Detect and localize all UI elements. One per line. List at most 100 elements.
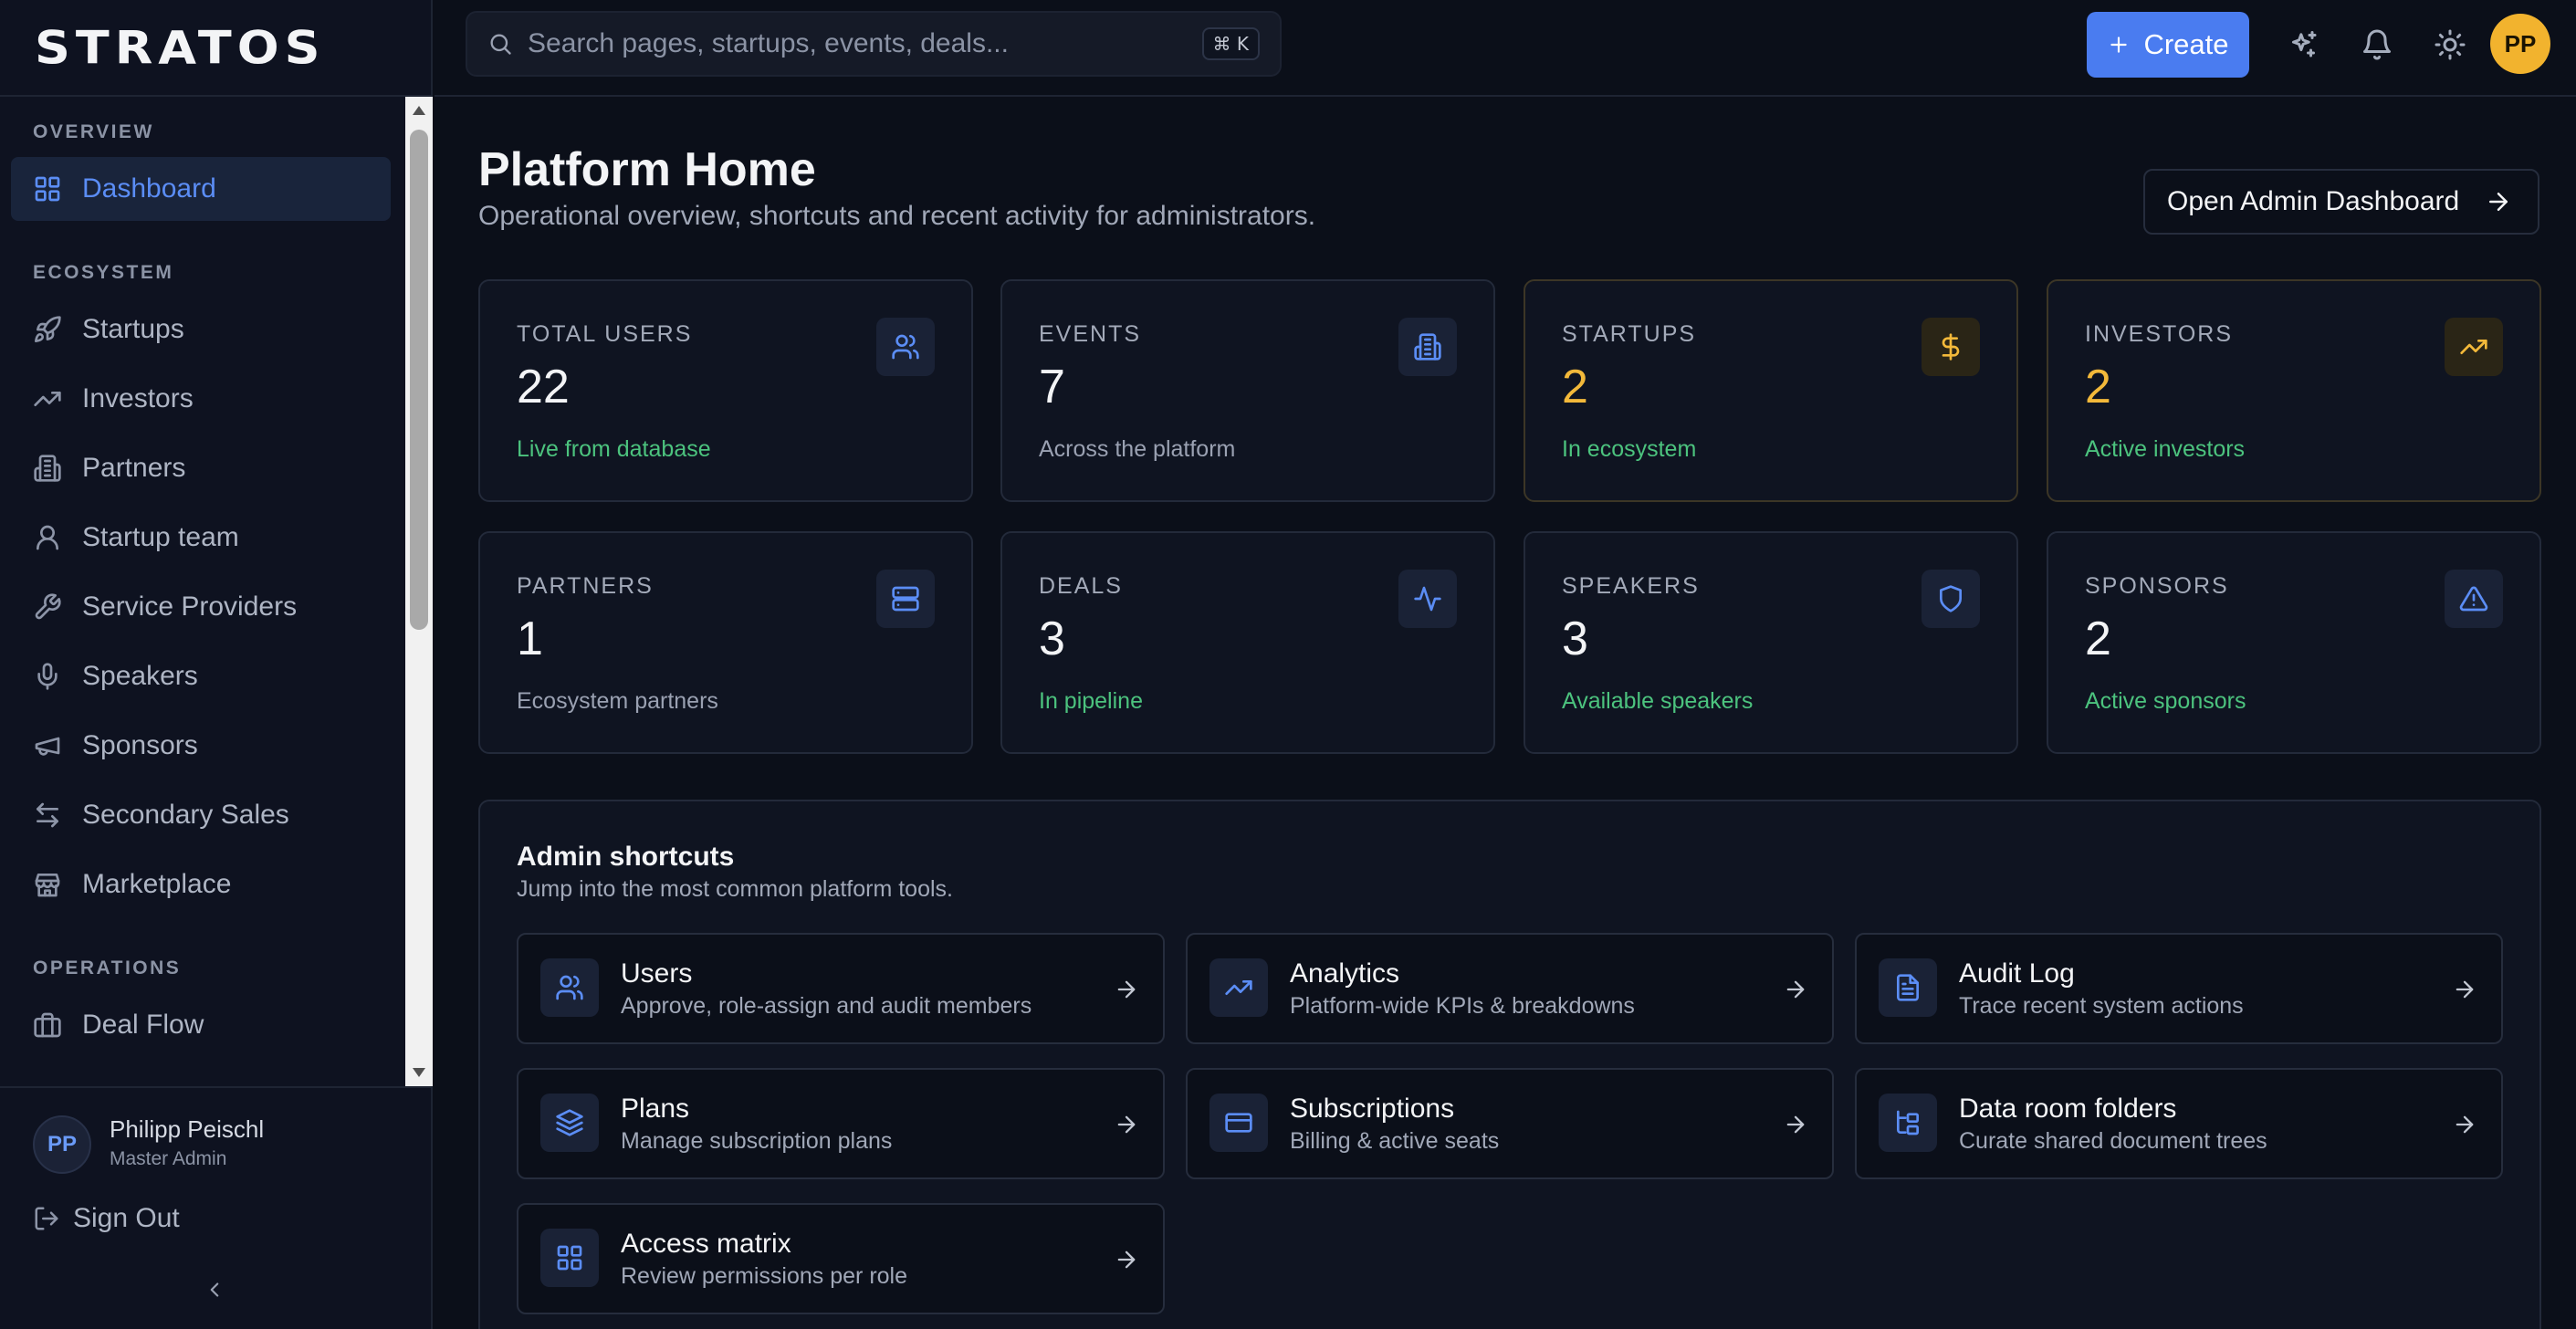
stat-card-sponsors[interactable]: SPONSORS 2 Active sponsors bbox=[2047, 531, 2541, 754]
avatar[interactable]: PP bbox=[33, 1115, 91, 1174]
sidebar-scrollbar[interactable] bbox=[405, 97, 433, 1086]
stat-card-partners[interactable]: PARTNERS 1 Ecosystem partners bbox=[478, 531, 973, 754]
open-admin-dashboard-button[interactable]: Open Admin Dashboard bbox=[2143, 169, 2539, 235]
log-out-icon bbox=[35, 1207, 58, 1230]
sidebar-item-partners[interactable]: Partners bbox=[11, 436, 391, 500]
sidebar-item-speakers[interactable]: Speakers bbox=[11, 644, 391, 708]
shortcut-audit-log[interactable]: Audit Log Trace recent system actions bbox=[1855, 933, 2503, 1044]
sidebar-item-label: Service Providers bbox=[82, 591, 298, 622]
shortcut-desc: Review permissions per role bbox=[621, 1263, 908, 1289]
users-icon bbox=[540, 958, 599, 1017]
shortcut-users[interactable]: Users Approve, role-assign and audit mem… bbox=[517, 933, 1165, 1044]
megaphone-icon bbox=[35, 737, 60, 756]
sidebar-item-investors[interactable]: Investors bbox=[11, 367, 391, 431]
stat-note: Ecosystem partners bbox=[517, 688, 718, 714]
shortcut-subscriptions[interactable]: Subscriptions Billing & active seats bbox=[1186, 1068, 1834, 1179]
search-icon bbox=[490, 34, 511, 55]
brand-logo[interactable]: STRATOS bbox=[0, 0, 431, 97]
scrollbar-thumb[interactable] bbox=[410, 130, 428, 630]
shortcut-name: Analytics bbox=[1290, 958, 1400, 989]
shortcut-plans[interactable]: Plans Manage subscription plans bbox=[517, 1068, 1165, 1179]
stat-value: 3 bbox=[1039, 612, 1065, 665]
sidebar-item-label: Startups bbox=[82, 314, 184, 344]
sidebar-item-marketplace[interactable]: Marketplace bbox=[11, 853, 391, 916]
stat-label: INVESTORS bbox=[2085, 321, 2234, 347]
stat-card-events[interactable]: EVENTS 7 Across the platform bbox=[1000, 279, 1495, 502]
scroll-down-icon[interactable] bbox=[413, 1068, 425, 1077]
user-role: Master Admin bbox=[110, 1148, 227, 1169]
sidebar-item-startups[interactable]: Startups bbox=[11, 298, 391, 361]
shortcut-name: Data room folders bbox=[1959, 1094, 2177, 1124]
store-icon bbox=[35, 874, 60, 897]
sign-out-button[interactable]: Sign Out bbox=[33, 1196, 180, 1241]
arrow-right-icon bbox=[2456, 1115, 2474, 1134]
create-button[interactable]: Create bbox=[2087, 12, 2249, 78]
stat-card-speakers[interactable]: SPEAKERS 3 Available speakers bbox=[1524, 531, 2018, 754]
stat-note: Active sponsors bbox=[2085, 688, 2246, 714]
arrows-left-right-icon bbox=[37, 802, 58, 828]
stat-value: 7 bbox=[1039, 361, 1065, 413]
scroll-up-icon[interactable] bbox=[413, 106, 425, 115]
sidebar-item-sponsors[interactable]: Sponsors bbox=[11, 714, 391, 778]
sidebar-item-label: Dashboard bbox=[82, 173, 216, 204]
shortcut-desc: Trace recent system actions bbox=[1959, 993, 2244, 1019]
credit-card-icon bbox=[1209, 1094, 1268, 1152]
shortcut-desc: Billing & active seats bbox=[1290, 1128, 1500, 1154]
microphone-icon bbox=[37, 663, 58, 690]
shield-icon bbox=[1922, 570, 1980, 628]
stat-label: SPEAKERS bbox=[1562, 573, 1700, 599]
bell-icon[interactable] bbox=[2361, 28, 2393, 61]
sun-icon[interactable] bbox=[2434, 28, 2466, 61]
shortcut-name: Audit Log bbox=[1959, 958, 2075, 989]
shortcut-access-matrix[interactable]: Access matrix Review permissions per rol… bbox=[517, 1203, 1165, 1314]
search-input[interactable]: Search pages, startups, events, deals...… bbox=[466, 11, 1282, 77]
search-placeholder: Search pages, startups, events, deals... bbox=[528, 28, 1009, 58]
shortcut-data-room-folders[interactable]: Data room folders Curate shared document… bbox=[1855, 1068, 2503, 1179]
arrow-right-icon bbox=[1117, 1251, 1136, 1269]
folder-tree-icon bbox=[1879, 1094, 1937, 1152]
trending-up-icon bbox=[1209, 958, 1268, 1017]
stat-label: DEALS bbox=[1039, 573, 1123, 599]
stat-card-startups[interactable]: STARTUPS 2 In ecosystem bbox=[1524, 279, 2018, 502]
layout-grid-icon bbox=[35, 176, 60, 202]
shortcut-desc: Platform-wide KPIs & breakdowns bbox=[1290, 993, 1635, 1019]
admin-button-label: Open Admin Dashboard bbox=[2167, 186, 2460, 216]
sparkles-icon[interactable] bbox=[2288, 28, 2320, 61]
stat-label: TOTAL USERS bbox=[517, 321, 693, 347]
sidebar-item-service-providers[interactable]: Service Providers bbox=[11, 575, 391, 639]
shortcut-analytics[interactable]: Analytics Platform-wide KPIs & breakdown… bbox=[1186, 933, 1834, 1044]
layout-grid-icon bbox=[540, 1229, 599, 1287]
stat-value: 2 bbox=[2085, 361, 2111, 413]
section-overview: OVERVIEW bbox=[33, 121, 154, 142]
sidebar-nav: OVERVIEW Dashboard ECOSYSTEM Startups In… bbox=[0, 99, 405, 1084]
dollar-icon bbox=[1922, 318, 1980, 376]
stat-note: Active investors bbox=[2085, 436, 2246, 462]
arrow-right-icon bbox=[1786, 1115, 1805, 1134]
user-icon bbox=[37, 525, 58, 550]
sidebar-item-label: Startup team bbox=[82, 522, 239, 552]
stat-card-deals[interactable]: DEALS 3 In pipeline bbox=[1000, 531, 1495, 754]
brand-name: STRATOS bbox=[35, 21, 326, 74]
page-subtitle: Operational overview, shortcuts and rece… bbox=[478, 201, 1316, 231]
building-icon bbox=[34, 455, 61, 482]
user-profile: PP Philipp Peischl Master Admin Sign Out bbox=[0, 1086, 433, 1329]
trending-up-icon bbox=[34, 392, 61, 406]
stat-value: 3 bbox=[1562, 612, 1588, 665]
trending-up-icon bbox=[2445, 318, 2503, 376]
sidebar-item-deal-flow[interactable]: Deal Flow bbox=[11, 993, 391, 1057]
sidebar-item-label: Sponsors bbox=[82, 730, 198, 760]
sidebar-item-startup-team[interactable]: Startup team bbox=[11, 506, 391, 570]
page-title: Platform Home bbox=[478, 143, 816, 196]
sidebar-item-secondary-sales[interactable]: Secondary Sales bbox=[11, 783, 391, 847]
sign-out-label: Sign Out bbox=[73, 1203, 180, 1233]
rocket-icon bbox=[35, 316, 61, 342]
stat-note: In ecosystem bbox=[1562, 436, 1697, 462]
building-icon bbox=[1398, 318, 1457, 376]
stat-card-total-users[interactable]: TOTAL USERS 22 Live from database bbox=[478, 279, 973, 502]
stat-card-investors[interactable]: INVESTORS 2 Active investors bbox=[2047, 279, 2541, 502]
chevron-left-icon[interactable] bbox=[203, 1278, 226, 1302]
avatar[interactable]: PP bbox=[2490, 14, 2550, 74]
arrow-right-icon bbox=[2456, 980, 2474, 999]
wrench-icon bbox=[35, 593, 61, 620]
sidebar-item-dashboard[interactable]: Dashboard bbox=[11, 157, 391, 221]
